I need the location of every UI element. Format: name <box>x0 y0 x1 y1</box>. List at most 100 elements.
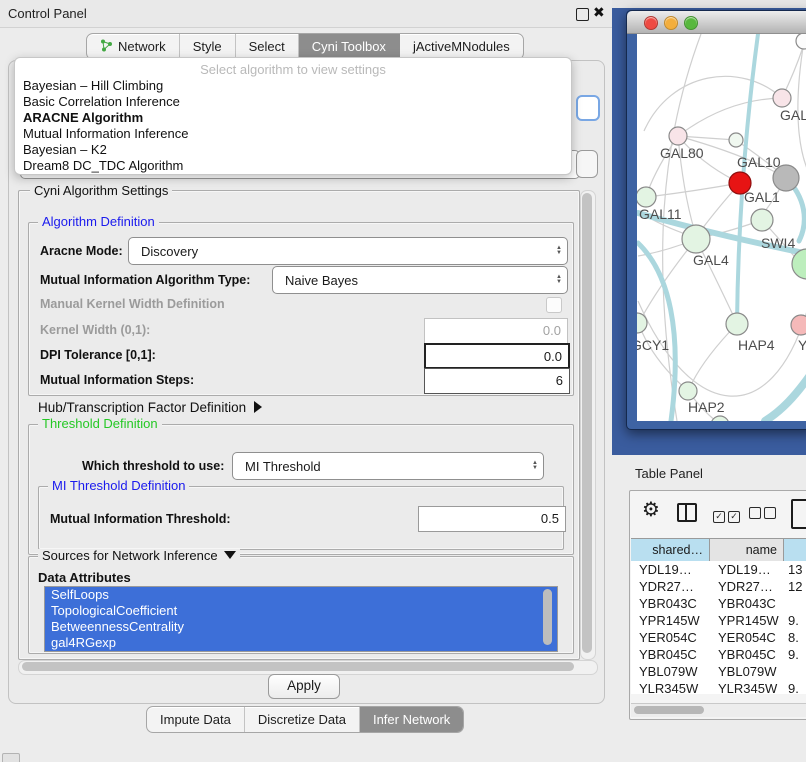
data-attribute-item[interactable]: TopologicalCoefficient <box>45 603 557 619</box>
table-body: YDL19…YDL19…13YDR27…YDR27…12YBR043CYBR04… <box>631 561 806 694</box>
table-cell: 13 <box>784 561 806 578</box>
network-node-gal[interactable] <box>773 89 791 107</box>
table-cell: 9. <box>784 680 806 694</box>
data-attribute-item[interactable]: gal4RGexp <box>45 635 557 651</box>
table-row[interactable]: YLR345WYLR345W9. <box>631 680 806 694</box>
table-row[interactable]: YBR045CYBR045C9. <box>631 646 806 663</box>
algorithm-option[interactable]: Bayesian – Hill Climbing <box>15 78 571 94</box>
horizontal-scroll-thumb[interactable] <box>22 662 574 671</box>
table-row[interactable]: YDR27…YDR27…12 <box>631 578 806 595</box>
table-toolbar: ⚙ ✓✓ <box>630 491 806 538</box>
table-cell <box>784 663 806 680</box>
cyni-mode-tabbar: Impute Data Discretize Data Infer Network <box>146 706 464 733</box>
algorithm-option[interactable]: ARACNE Algorithm <box>15 110 571 126</box>
tab-cyni-toolbox[interactable]: Cyni Toolbox <box>299 34 400 59</box>
tab-discretize-data[interactable]: Discretize Data <box>245 707 360 732</box>
which-threshold-combobox[interactable]: MI Threshold ▲▼ <box>232 452 544 480</box>
data-attribute-item[interactable]: BetweennessCentrality <box>45 619 557 635</box>
network-node[interactable] <box>796 34 806 49</box>
tab-infer-network[interactable]: Infer Network <box>360 707 463 732</box>
focused-spinner-button[interactable] <box>576 95 600 121</box>
mi-steps-field[interactable]: 6 <box>424 368 570 394</box>
table-scroll-thumb[interactable] <box>634 706 704 714</box>
network-node-hap4[interactable] <box>726 313 748 335</box>
bottom-left-chip[interactable] <box>2 753 20 762</box>
tab-select[interactable]: Select <box>236 34 299 59</box>
network-icon <box>100 39 113 55</box>
column-view-icon[interactable] <box>677 503 697 522</box>
mi-threshold-field[interactable]: 0.5 <box>418 506 566 532</box>
node-label: GCY1 <box>637 337 669 353</box>
hub-definition-label: Hub/Transcription Factor Definition <box>38 400 246 415</box>
tab-impute-data[interactable]: Impute Data <box>147 707 245 732</box>
settings-vertical-scrollbar[interactable] <box>580 190 596 660</box>
network-node-gal4[interactable] <box>682 225 710 253</box>
mi-threshold-label: Mutual Information Threshold: <box>50 512 231 526</box>
network-node-gal11[interactable] <box>637 187 656 207</box>
stepper-arrows-icon: ▲▼ <box>551 238 567 264</box>
network-node[interactable] <box>711 416 729 421</box>
settings-horizontal-scrollbar[interactable] <box>18 660 598 675</box>
tab-label: Discretize Data <box>258 712 346 727</box>
table-row[interactable]: YER054CYER054C8. <box>631 629 806 646</box>
data-attribute-item[interactable]: SelfLoops <box>45 587 557 603</box>
select-all-columns-icon[interactable]: ✓✓ <box>713 506 743 524</box>
manual-kernel-width-label: Manual Kernel Width Definition <box>40 297 225 311</box>
close-icon[interactable]: ✖ <box>593 4 605 21</box>
algorithm-option[interactable]: Basic Correlation Inference <box>15 94 571 110</box>
algorithm-option[interactable]: Dream8 DC_TDC Algorithm <box>15 158 571 174</box>
chevron-right-icon <box>254 401 262 413</box>
network-node-swi4[interactable] <box>751 209 773 231</box>
tab-label: Select <box>249 39 285 54</box>
table-row[interactable]: YPR145WYPR145W9. <box>631 612 806 629</box>
apply-button[interactable]: Apply <box>268 674 340 699</box>
desktop-top-strip <box>612 0 806 8</box>
algorithm-dropdown-popup: Select algorithm to view settings Bayesi… <box>14 57 572 175</box>
manual-kernel-width-checkbox[interactable] <box>546 297 562 313</box>
gear-icon[interactable]: ⚙ <box>642 497 660 522</box>
new-table-icon[interactable] <box>791 499 806 529</box>
hub-definition-toggle[interactable]: Hub/Transcription Factor Definition <box>38 400 262 415</box>
network-view-window[interactable]: GALGAL80GAL10GAL1SWI4GAL11GAL4GCY1HAP4YH… <box>626 10 806 430</box>
mi-algorithm-type-combobox[interactable]: Naive Bayes ▲▼ <box>272 266 568 294</box>
network-node-hap2[interactable] <box>679 382 697 400</box>
table-row[interactable]: YDL19…YDL19…13 <box>631 561 806 578</box>
data-attributes-list[interactable]: SelfLoopsTopologicalCoefficientBetweenne… <box>44 586 558 652</box>
zoom-traffic-light-icon[interactable] <box>684 16 698 30</box>
network-node[interactable] <box>729 133 743 147</box>
table-cell: YBR045C <box>631 646 710 663</box>
list-scrollbar-thumb[interactable] <box>543 589 552 645</box>
table-column-header[interactable]: name <box>710 539 784 561</box>
table-cell: YLR345W <box>631 680 710 694</box>
minimize-traffic-light-icon[interactable] <box>664 16 678 30</box>
tab-jactivemnodules[interactable]: jActiveMNodules <box>400 34 523 59</box>
table-column-header[interactable]: shared… <box>631 539 710 561</box>
network-window-titlebar[interactable] <box>627 11 806 34</box>
table-cell: YBL079W <box>631 663 710 680</box>
table-column-header[interactable]: A <box>784 539 806 561</box>
network-canvas[interactable]: GALGAL80GAL10GAL1SWI4GAL11GAL4GCY1HAP4YH… <box>637 34 806 421</box>
algorithm-option[interactable]: Mutual Information Inference <box>15 126 571 142</box>
tab-network[interactable]: Network <box>87 34 180 59</box>
control-panel-title: Control Panel <box>8 6 87 21</box>
table-row[interactable]: YBR043CYBR043C <box>631 595 806 612</box>
aracne-mode-combobox[interactable]: Discovery ▲▼ <box>128 237 568 265</box>
float-window-icon[interactable] <box>576 8 589 21</box>
control-panel-titlebar: Control Panel ✖ <box>0 0 612 28</box>
node-label: Y <box>798 337 806 353</box>
network-node-y[interactable] <box>791 315 806 335</box>
spinner-button[interactable] <box>576 150 598 178</box>
algorithm-option[interactable]: Bayesian – K2 <box>15 142 571 158</box>
kernel-width-field[interactable]: 0.0 <box>424 318 568 344</box>
tab-style[interactable]: Style <box>180 34 236 59</box>
table-row[interactable]: YBL079WYBL079W <box>631 663 806 680</box>
table-horizontal-scrollbar[interactable] <box>631 703 806 717</box>
vertical-scroll-thumb[interactable] <box>582 193 592 653</box>
sources-title-toggle[interactable]: Sources for Network Inference <box>38 549 240 563</box>
node-label: HAP2 <box>688 399 725 415</box>
network-node-gal80[interactable] <box>669 127 687 145</box>
close-traffic-light-icon[interactable] <box>644 16 658 30</box>
deselect-all-columns-icon[interactable] <box>749 506 779 524</box>
dpi-tolerance-field[interactable]: 0.0 <box>424 343 570 369</box>
cyni-algorithm-settings-title: Cyni Algorithm Settings <box>30 184 172 198</box>
